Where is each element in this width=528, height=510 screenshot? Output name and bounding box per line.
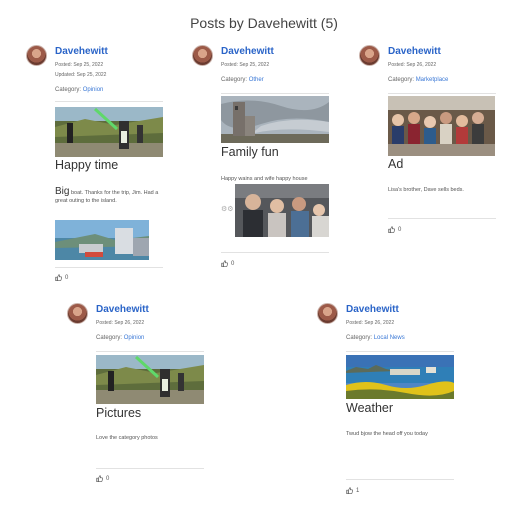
like-button[interactable]: 0 (96, 475, 109, 482)
category-label: Category: (388, 77, 415, 83)
posted-date: Posted: Sep 26, 2022 (346, 320, 395, 326)
post-body: Lisa's brother, Dave sells beds. (388, 187, 464, 193)
author-link[interactable]: Davehewitt (221, 46, 274, 57)
post-category: Category: Opinion (96, 335, 144, 341)
category-label: Category: (221, 77, 248, 83)
post-image[interactable] (346, 355, 454, 399)
post-body: Twud bjow the head off you today (346, 431, 428, 437)
category-label: Category: (96, 335, 123, 341)
posted-date: Posted: Sep 25, 2022 (221, 62, 270, 68)
category-link[interactable]: Opinion (83, 87, 104, 93)
post-image[interactable] (221, 96, 329, 143)
divider (55, 101, 163, 102)
like-button[interactable]: 0 (55, 274, 68, 281)
like-count: 0 (106, 475, 110, 482)
thumbs-up-icon (388, 226, 395, 233)
author-link[interactable]: Davehewitt (388, 46, 441, 57)
post-body: Happy wains and wife happy house (221, 176, 308, 182)
posted-date: Posted: Sep 26, 2022 (388, 62, 437, 68)
like-count: 0 (65, 274, 69, 281)
updated-date: Updated: Sep 25, 2022 (55, 72, 107, 78)
post-category: Category: Other (221, 77, 264, 83)
post-category: Category: Opinion (55, 87, 103, 93)
category-label: Category: (55, 87, 82, 93)
avatar[interactable] (67, 303, 88, 324)
divider (346, 351, 454, 352)
post-body: Love the category photos (96, 435, 158, 441)
like-button[interactable]: 0 (388, 226, 401, 233)
post-title[interactable]: Ad (388, 157, 403, 171)
category-link[interactable]: Opinion (124, 335, 145, 341)
post-category: Category: Marketplace (388, 77, 448, 83)
posted-date: Posted: Sep 26, 2022 (96, 320, 145, 326)
post-card: Davehewitt Posted: Sep 25, 2022 Category… (192, 45, 342, 275)
like-button[interactable]: 0 (221, 260, 234, 267)
divider (55, 267, 163, 268)
thumbs-up-icon (55, 274, 62, 281)
like-count: 1 (356, 487, 360, 494)
divider (221, 252, 329, 253)
avatar[interactable] (192, 45, 213, 66)
post-title[interactable]: Pictures (96, 406, 141, 420)
category-link[interactable]: Other (249, 77, 264, 83)
post-image[interactable] (96, 355, 204, 404)
thumbs-up-icon (96, 475, 103, 482)
post-body: Big boat. Thanks for the trip, Jim. Had … (55, 186, 170, 205)
post-image[interactable] (235, 184, 329, 237)
like-count: 0 (398, 226, 402, 233)
divider (388, 93, 496, 94)
post-title[interactable]: Family fun (221, 145, 279, 159)
author-link[interactable]: Davehewitt (55, 46, 108, 57)
avatar[interactable] (359, 45, 380, 66)
post-category: Category: Local News (346, 335, 405, 341)
body-text: boat. Thanks for the trip, Jim. Had a gr… (55, 190, 159, 204)
divider (96, 468, 204, 469)
divider (221, 93, 329, 94)
divider (346, 479, 454, 480)
thumbs-up-icon (346, 487, 353, 494)
thumbs-up-icon (221, 260, 228, 267)
post-image[interactable] (388, 96, 495, 156)
divider (388, 218, 496, 219)
post-card: Davehewitt Posted: Sep 26, 2022 Category… (359, 45, 509, 245)
post-card: Davehewitt Posted: Sep 26, 2022 Category… (67, 303, 217, 493)
author-link[interactable]: Davehewitt (96, 304, 149, 315)
page-title: Posts by Davehewitt (5) (190, 15, 338, 31)
post-image[interactable] (55, 220, 149, 260)
author-link[interactable]: Davehewitt (346, 304, 399, 315)
divider (96, 351, 204, 352)
category-link[interactable]: Marketplace (416, 77, 449, 83)
post-title[interactable]: Happy time (55, 158, 118, 172)
category-label: Category: (346, 335, 373, 341)
body-lead: Big (55, 186, 70, 197)
avatar[interactable] (26, 45, 47, 66)
avatar[interactable] (317, 303, 338, 324)
post-card: Davehewitt Posted: Sep 26, 2022 Category… (317, 303, 467, 503)
like-button[interactable]: 1 (346, 487, 359, 494)
post-title[interactable]: Weather (346, 401, 393, 415)
posted-date: Posted: Sep 25, 2022 (55, 62, 104, 68)
like-count: 0 (231, 260, 235, 267)
post-image[interactable] (55, 107, 163, 157)
loading-icon: ⚙⚙ (221, 206, 234, 213)
category-link[interactable]: Local News (374, 335, 405, 341)
post-card: Davehewitt Posted: Sep 25, 2022 Updated:… (26, 45, 176, 290)
